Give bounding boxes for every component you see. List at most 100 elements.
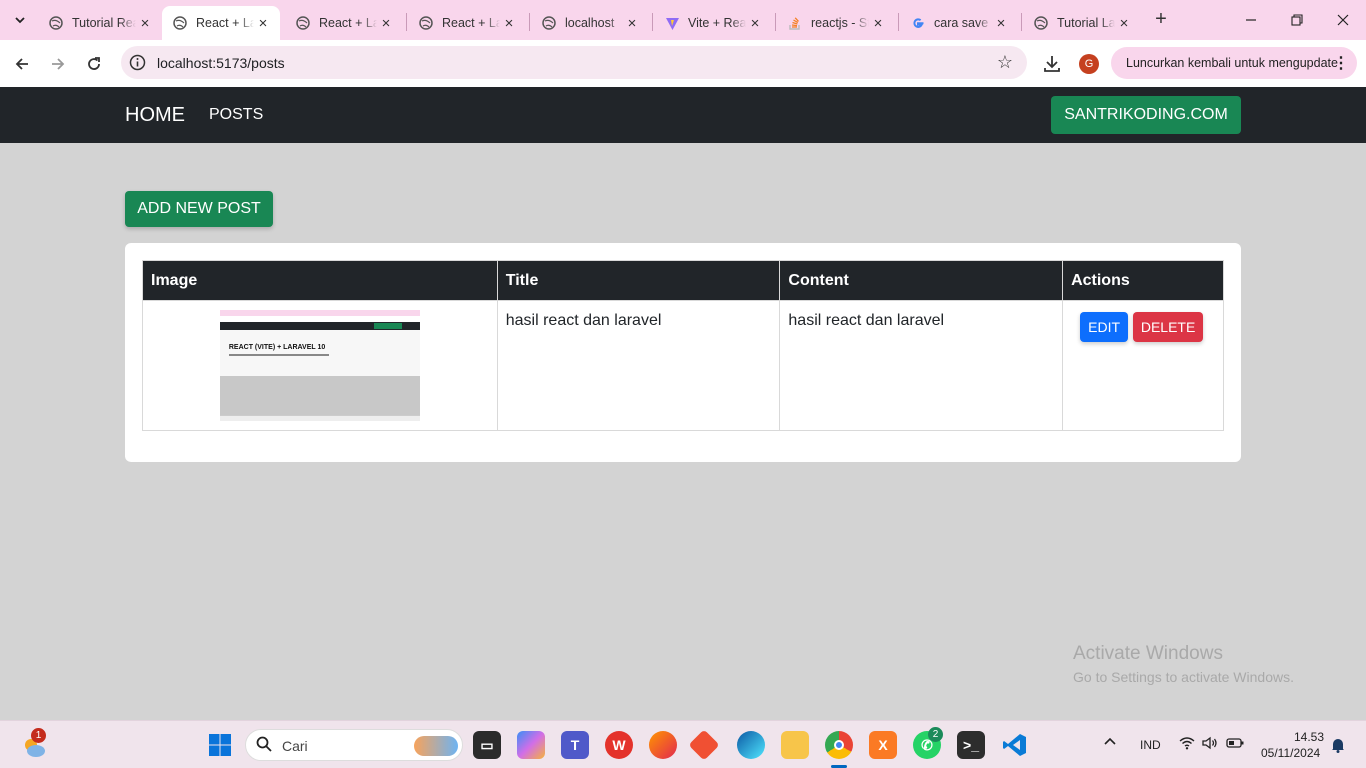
add-new-post-button[interactable]: ADD NEW POST [125, 191, 273, 227]
tab-title: reactjs - Stack Overflow [811, 16, 869, 30]
search-icon [256, 736, 272, 757]
column-header-content: Content [779, 260, 1064, 301]
show-hidden-icons-chevron-icon[interactable] [1103, 735, 1117, 752]
url-text[interactable]: localhost:5173/posts [157, 55, 285, 71]
actions-cell: EDIT DELETE [1062, 300, 1224, 431]
app-navbar: HOME POSTS SANTRIKODING.COM [0, 87, 1366, 143]
weather-badge: 1 [31, 728, 46, 743]
chrome-icon[interactable] [825, 731, 853, 759]
minimize-icon[interactable] [1228, 8, 1274, 32]
browser-tab-5[interactable]: localhost × [531, 6, 649, 40]
tab-title: React + Laravel [196, 16, 254, 30]
thumb-gray-area [219, 376, 420, 415]
watermark-subtitle: Go to Settings to activate Windows. [1073, 669, 1294, 685]
tab-title: React + Laravel [319, 16, 377, 30]
firefox-icon[interactable] [649, 731, 677, 759]
close-window-icon[interactable] [1320, 8, 1366, 32]
home-link[interactable]: HOME [125, 104, 185, 127]
forward-arrow-icon[interactable] [44, 50, 72, 78]
browser-tab-9[interactable]: Tutorial Laravel × [1023, 6, 1141, 40]
notification-bell-icon[interactable] [1331, 737, 1345, 756]
browser-toolbar: localhost:5173/posts ☆ G Luncurkan kemba… [0, 40, 1366, 87]
bookmark-star-icon[interactable]: ☆ [997, 52, 1013, 73]
posts-table: Image Title Content Actions REACT (VITE)… [142, 260, 1224, 431]
teams-icon[interactable]: T [561, 731, 589, 759]
delete-button[interactable]: DELETE [1133, 312, 1204, 342]
restore-icon[interactable] [1274, 8, 1320, 32]
posts-link[interactable]: POSTS [209, 106, 263, 124]
santrikoding-button[interactable]: SANTRIKODING.COM [1051, 96, 1241, 134]
profile-avatar[interactable]: G [1079, 54, 1099, 74]
column-header-image: Image [142, 260, 498, 301]
tab-title: Vite + React [688, 16, 746, 30]
tab-divider [775, 13, 776, 31]
git-icon[interactable] [688, 729, 720, 761]
whatsapp-badge: 2 [928, 727, 943, 742]
tab-divider [406, 13, 407, 31]
close-icon[interactable]: × [623, 14, 641, 32]
wps-office-icon[interactable]: W [605, 731, 633, 759]
close-icon[interactable]: × [1115, 14, 1133, 32]
tab-search-chevron-icon[interactable] [6, 6, 34, 34]
globe-icon [1033, 15, 1049, 31]
update-button[interactable]: Luncurkan kembali untuk mengupdate ⋮ [1111, 47, 1357, 79]
tab-divider [652, 13, 653, 31]
globe-icon [418, 15, 434, 31]
activate-windows-watermark: Activate Windows Go to Settings to activ… [1073, 643, 1294, 685]
clock-time[interactable]: 14.53 [1294, 730, 1324, 744]
volume-icon[interactable] [1202, 736, 1218, 753]
tab-divider [1021, 13, 1022, 31]
tab-title: React + Laravel [442, 16, 500, 30]
globe-icon [541, 15, 557, 31]
edge-icon[interactable] [737, 731, 765, 759]
google-icon [910, 15, 926, 31]
close-icon[interactable]: × [377, 14, 395, 32]
taskbar-search[interactable]: Cari [245, 729, 463, 761]
menu-dots-icon[interactable]: ⋮ [1333, 53, 1349, 73]
browser-tab-1[interactable]: Tutorial React × [38, 6, 162, 40]
battery-icon[interactable] [1226, 737, 1244, 752]
browser-tab-2[interactable]: React + Laravel × [162, 6, 280, 40]
file-explorer-icon[interactable] [781, 731, 809, 759]
browser-tab-3[interactable]: React + Laravel × [285, 6, 403, 40]
windows-taskbar: 1 Cari ▭ T W X ✆ 2 >_ IND 14.53 05/11/20… [0, 720, 1366, 768]
thumb-subline [228, 354, 329, 356]
column-header-title: Title [496, 260, 781, 301]
thumb-taskbar [219, 415, 420, 421]
stackoverflow-icon [787, 15, 803, 31]
language-indicator[interactable]: IND [1140, 738, 1161, 752]
posts-card: Image Title Content Actions REACT (VITE)… [125, 243, 1241, 462]
vscode-icon[interactable] [1001, 731, 1029, 759]
close-icon[interactable]: × [869, 14, 887, 32]
close-icon[interactable]: × [746, 14, 764, 32]
post-thumbnail: REACT (VITE) + LARAVEL 10 [219, 310, 420, 421]
close-icon[interactable]: × [500, 14, 518, 32]
address-bar[interactable]: localhost:5173/posts ☆ [121, 46, 1027, 79]
task-view-icon[interactable]: ▭ [473, 731, 501, 759]
browser-tab-7[interactable]: reactjs - Stack Overflow × [777, 6, 895, 40]
browser-tab-8[interactable]: cara save × [900, 6, 1018, 40]
edit-button[interactable]: EDIT [1080, 312, 1129, 342]
title-cell: hasil react dan laravel [496, 300, 781, 431]
browser-tab-4[interactable]: React + Laravel × [408, 6, 526, 40]
terminal-icon[interactable]: >_ [957, 731, 985, 759]
download-icon[interactable] [1041, 53, 1063, 75]
clock-date[interactable]: 05/11/2024 [1261, 746, 1320, 760]
image-cell: REACT (VITE) + LARAVEL 10 [142, 300, 498, 431]
new-tab-button[interactable]: + [1150, 9, 1172, 31]
update-label: Luncurkan kembali untuk mengupdate [1126, 56, 1338, 70]
windows-start-icon[interactable] [206, 731, 234, 759]
browser-tab-6[interactable]: Vite + React × [654, 6, 772, 40]
search-highlight-image [414, 736, 458, 756]
xampp-icon[interactable]: X [869, 731, 897, 759]
copilot-icon[interactable] [517, 731, 545, 759]
back-arrow-icon[interactable] [8, 50, 36, 78]
thumb-nav-button [373, 323, 402, 329]
close-icon[interactable]: × [254, 14, 272, 32]
globe-icon [295, 15, 311, 31]
wifi-icon[interactable] [1179, 736, 1195, 753]
site-info-icon[interactable] [129, 54, 146, 71]
reload-icon[interactable] [80, 50, 108, 78]
close-icon[interactable]: × [136, 14, 154, 32]
close-icon[interactable]: × [992, 14, 1010, 32]
